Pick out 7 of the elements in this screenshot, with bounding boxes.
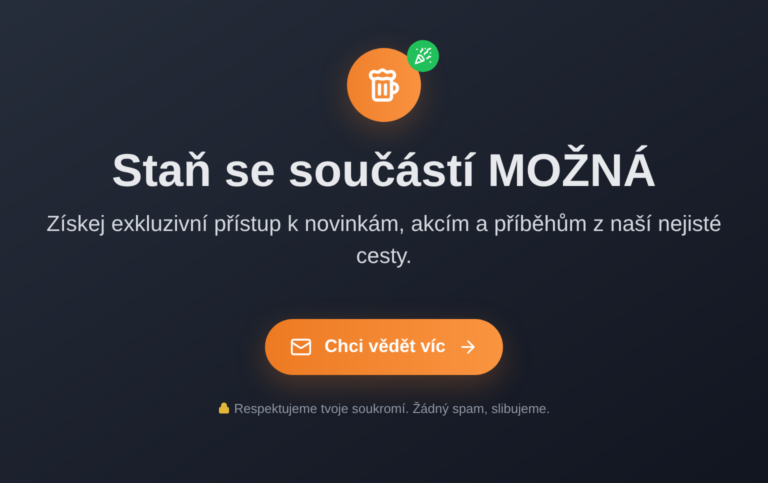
beer-icon <box>366 67 402 103</box>
subtitle: Získej exkluzivní přístup k novinkám, akcím a příběhům z naší nejisté cesty. <box>46 210 722 270</box>
lock-icon <box>218 402 230 414</box>
party-popper-icon <box>414 47 432 65</box>
cta-button[interactable]: Chci vědět víc <box>265 318 503 374</box>
heading: Staň se součástí MOŽNÁ <box>112 143 656 198</box>
privacy-note: Respektujeme tvoje soukromí. Žádný spam, slibujeme. <box>234 400 550 418</box>
